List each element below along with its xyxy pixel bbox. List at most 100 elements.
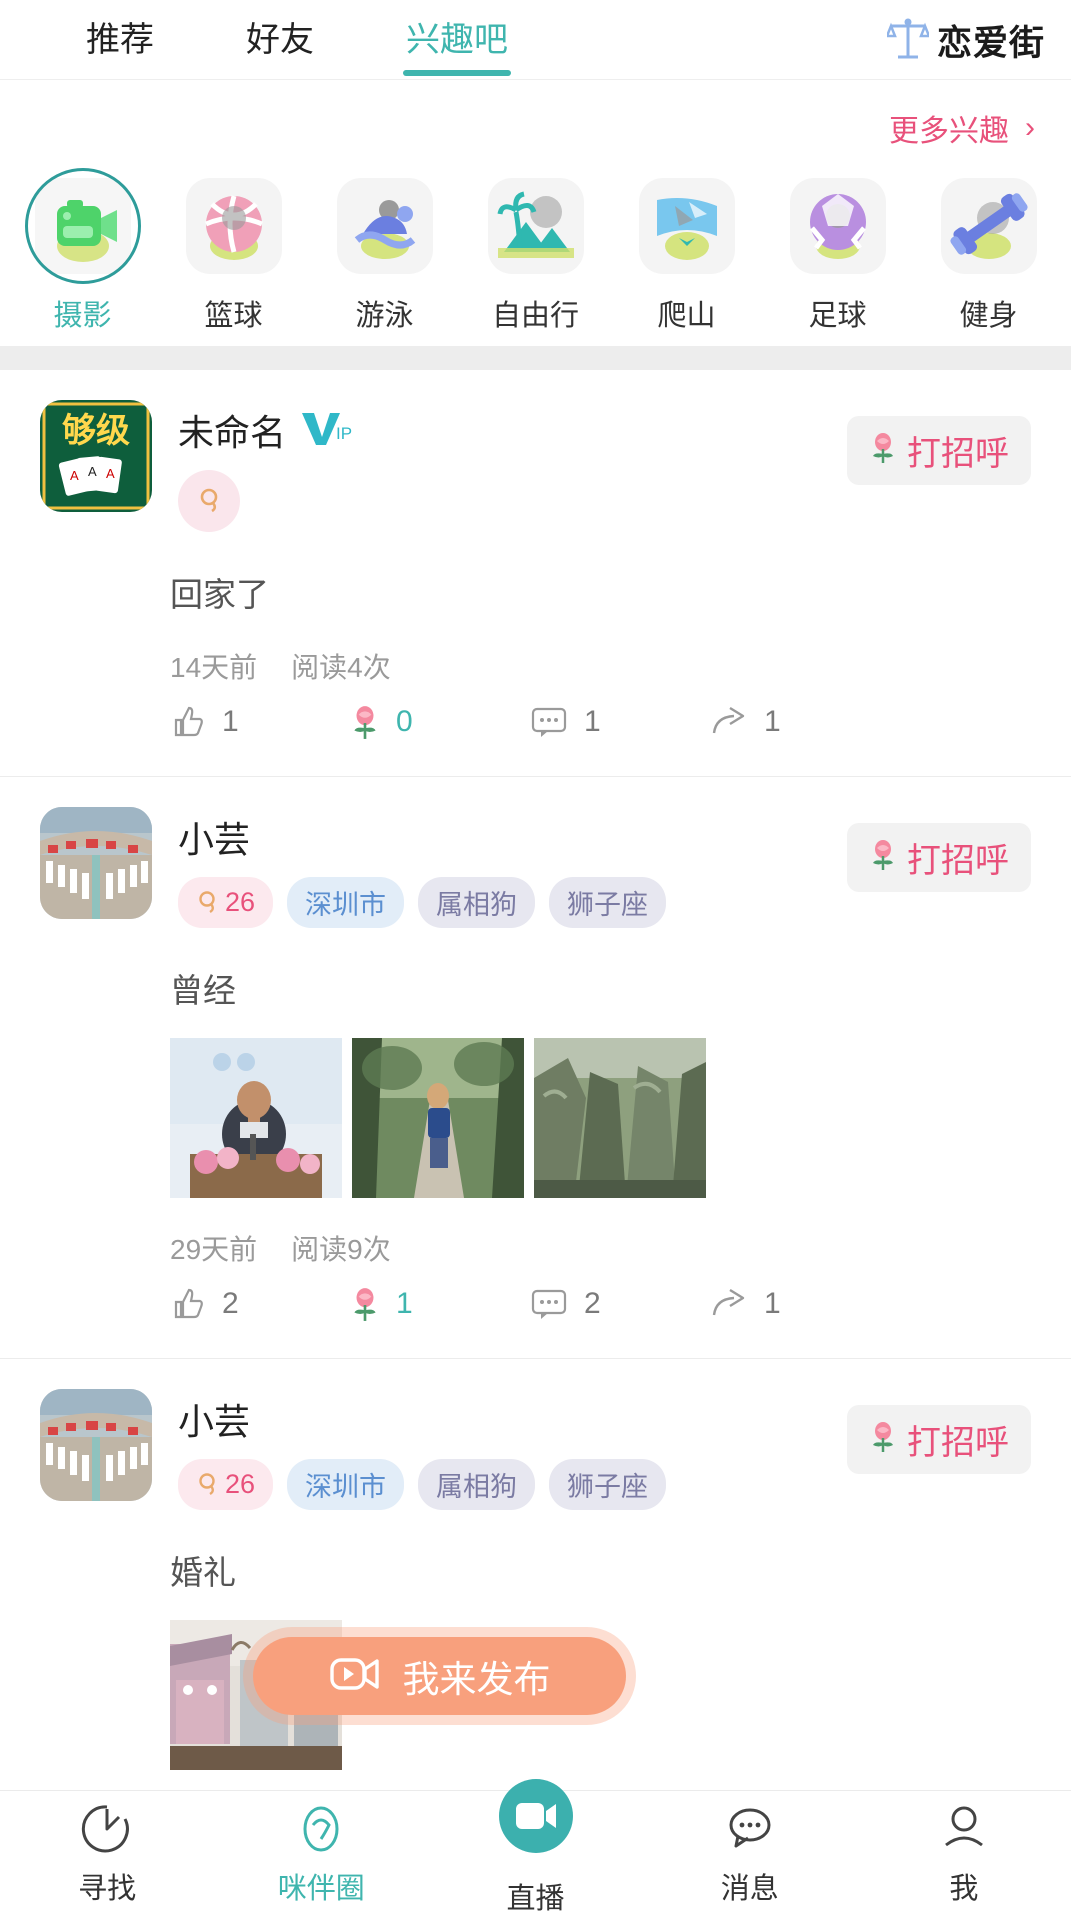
post-views: 阅读9次: [291, 1234, 391, 1265]
category-fitness[interactable]: 健身: [916, 172, 1061, 334]
svg-text:A: A: [88, 464, 97, 479]
nav-item-messages[interactable]: 消息: [643, 1801, 857, 1907]
post-item: 打招呼: [0, 1358, 1071, 1780]
category-label: 健身: [959, 300, 1018, 332]
soccer-ball-icon: [789, 178, 886, 274]
nav-item-profile[interactable]: 我: [857, 1801, 1071, 1907]
city-tag: 深圳市: [287, 1459, 405, 1510]
mountain-climb-icon: [638, 178, 735, 274]
female-gender-icon: [199, 1472, 215, 1495]
swimming-icon: [336, 178, 433, 274]
basketball-icon: [185, 178, 282, 274]
post-meta: 14天前 阅读4次: [40, 616, 1031, 686]
post-time: 14天前: [170, 652, 258, 683]
post-stats: 2 1 2 1: [40, 1268, 1031, 1348]
comment-count: 2: [584, 1287, 601, 1320]
zodiac-animal-tag: 属相狗: [418, 877, 536, 928]
interest-category-list: 摄影 篮球 游泳 自由行 爬山 足球 健身: [0, 150, 1071, 346]
like-stat[interactable]: 2: [170, 1286, 350, 1322]
post-image[interactable]: [170, 1038, 342, 1198]
post-image[interactable]: [352, 1038, 524, 1198]
compass-icon: [81, 1801, 133, 1857]
palm-island-icon: [487, 178, 584, 274]
post-image[interactable]: [534, 1038, 706, 1198]
age-label: 26: [225, 887, 256, 917]
avatar[interactable]: 够级 A A A: [40, 400, 152, 512]
rose-icon: [869, 1421, 897, 1458]
category-mountain-climbing[interactable]: 爬山: [614, 172, 759, 334]
post-views: 阅读4次: [291, 652, 391, 683]
share-stat[interactable]: 1: [710, 1286, 890, 1322]
horoscope-tag: 狮子座: [549, 877, 667, 928]
brand-logo[interactable]: 恋爱街: [885, 0, 1045, 80]
greet-button[interactable]: 打招呼: [847, 416, 1031, 485]
tab-label: 兴趣吧: [406, 20, 508, 59]
user-name[interactable]: 小芸: [178, 811, 250, 863]
tab-recommend[interactable]: 推荐: [40, 0, 200, 80]
avatar[interactable]: [40, 1389, 152, 1501]
category-label: 摄影: [53, 300, 112, 332]
svg-text:够级: 够级: [62, 412, 130, 450]
nav-label: 我: [949, 1873, 979, 1905]
rose-stat[interactable]: 0: [350, 704, 530, 740]
greet-button[interactable]: 打招呼: [847, 1405, 1031, 1474]
post-feed: 打招呼 够级 A A A 未命名 IP 回家了 14天前 阅读4次 1 0 1 …: [0, 370, 1071, 1780]
comment-icon: [531, 707, 567, 737]
share-stat[interactable]: 1: [710, 704, 890, 740]
post-item: 打招呼: [0, 776, 1071, 1358]
category-swimming[interactable]: 游泳: [312, 172, 457, 334]
dumbbell-icon: [940, 178, 1037, 274]
nav-item-moments[interactable]: 咪伴圈: [214, 1801, 428, 1907]
nav-item-discover[interactable]: 寻找: [0, 1801, 214, 1907]
like-stat[interactable]: 1: [170, 704, 350, 740]
person-icon: [938, 1801, 990, 1857]
avatar[interactable]: [40, 807, 152, 919]
user-name[interactable]: 小芸: [178, 1393, 250, 1445]
rose-stat[interactable]: 1: [350, 1286, 530, 1322]
live-video-icon: [498, 1779, 573, 1853]
comment-stat[interactable]: 2: [530, 1286, 710, 1322]
like-count: 1: [222, 705, 239, 738]
category-soccer[interactable]: 足球: [765, 172, 910, 334]
city-tag: 深圳市: [287, 877, 405, 928]
post-text: 回家了: [170, 576, 269, 613]
brand-label: 恋爱街: [936, 23, 1045, 63]
nav-label: 寻找: [78, 1873, 137, 1905]
more-interest-link[interactable]: 更多兴趣 ›: [889, 106, 1035, 150]
comment-count: 1: [584, 705, 601, 738]
balance-scale-icon: [885, 16, 931, 65]
interest-section: 更多兴趣 › 摄影 篮球 游泳 自由行 爬山 足球 健身: [0, 80, 1071, 346]
greet-button[interactable]: 打招呼: [847, 823, 1031, 892]
nav-label: 消息: [720, 1873, 779, 1905]
comment-icon: [531, 1289, 567, 1319]
more-interest-label: 更多兴趣: [889, 115, 1009, 148]
rose-icon: [354, 706, 376, 739]
zodiac-animal-tag: 属相狗: [418, 1459, 536, 1510]
rose-count: 1: [396, 1287, 413, 1320]
rose-icon: [869, 839, 897, 876]
chat-bubble-icon: [724, 1801, 776, 1857]
user-name[interactable]: 未命名: [178, 404, 286, 456]
post-image-list: [40, 1012, 1031, 1198]
category-free-travel[interactable]: 自由行: [463, 172, 608, 334]
greet-label: 打招呼: [907, 842, 1009, 880]
nav-item-live[interactable]: 直播: [428, 1779, 642, 1911]
share-count: 1: [764, 705, 781, 738]
vip-badge-icon: IP: [300, 409, 358, 452]
comment-stat[interactable]: 1: [530, 704, 710, 740]
horoscope-tag: 狮子座: [549, 1459, 667, 1510]
post-time: 29天前: [170, 1234, 258, 1265]
circle-ring-icon: [295, 1801, 347, 1857]
video-camera-icon: [329, 1653, 381, 1700]
post-text: 婚礼: [170, 1554, 236, 1591]
post-meta: 29天前 阅读9次: [40, 1198, 1031, 1268]
nav-label: 咪伴圈: [277, 1873, 365, 1905]
selection-ring: [24, 168, 141, 284]
tab-friends[interactable]: 好友: [200, 0, 360, 80]
top-tab-bar: 推荐 好友 兴趣吧 恋爱街: [0, 0, 1071, 80]
tab-interest[interactable]: 兴趣吧: [360, 0, 554, 80]
age-label: 26: [225, 1469, 256, 1499]
category-basketball[interactable]: 篮球: [161, 172, 306, 334]
category-photography[interactable]: 摄影: [10, 168, 155, 334]
publish-button[interactable]: 我来发布: [253, 1637, 626, 1715]
